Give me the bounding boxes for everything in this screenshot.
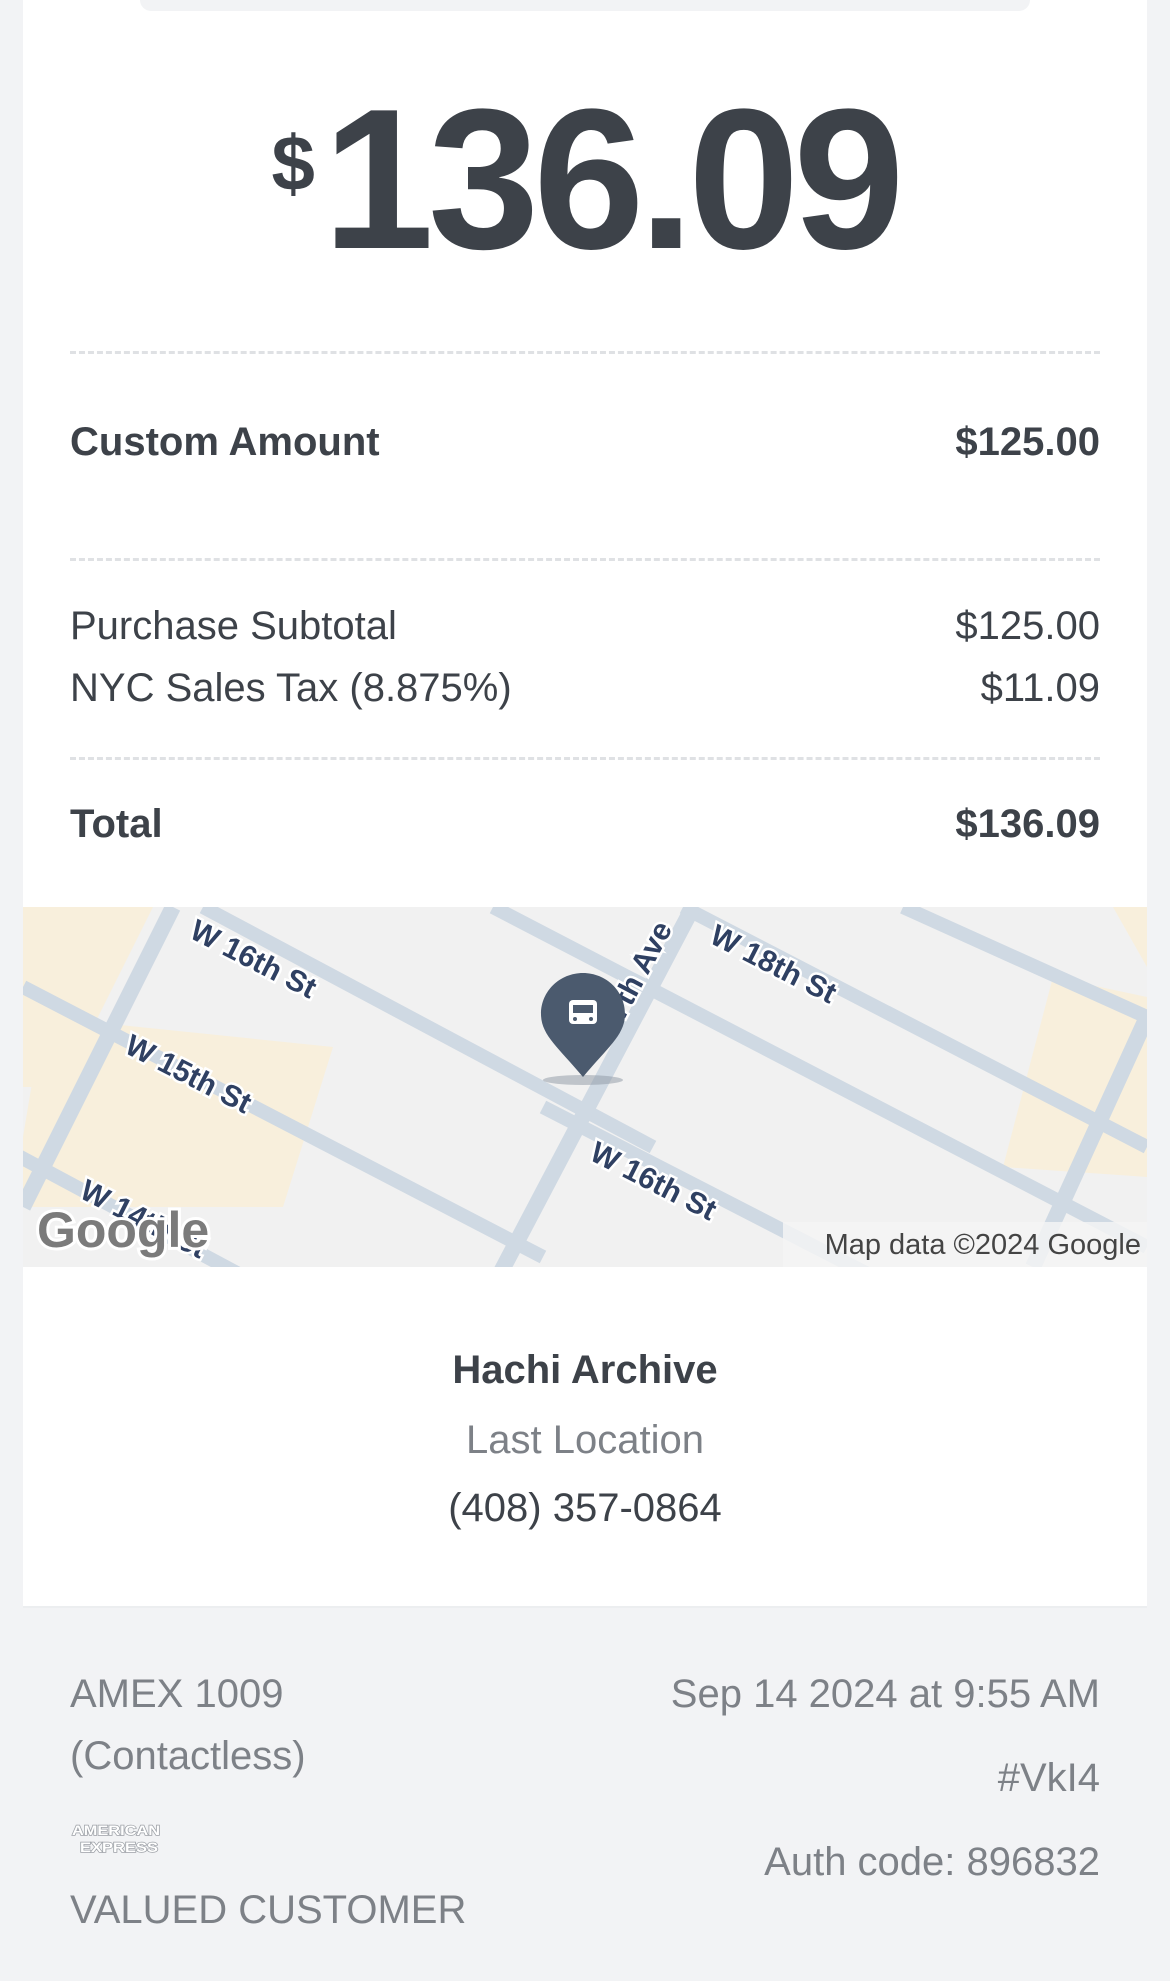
- card-number: AMEX 1009: [70, 1672, 284, 1716]
- location-map[interactable]: W 16th St W 15th St W 14th St 7th Ave W …: [23, 907, 1147, 1267]
- auth-code: Auth code: 896832: [764, 1840, 1100, 1884]
- subtotal-label: Purchase Subtotal: [70, 604, 397, 648]
- svg-text:AMERICAN: AMERICAN: [72, 1822, 160, 1838]
- line-item-amount: $125.00: [955, 420, 1100, 464]
- currency-symbol: $: [271, 119, 315, 207]
- divider: [70, 757, 1100, 760]
- total-amount-display: $136.09: [23, 80, 1147, 280]
- total-label: Total: [70, 802, 163, 846]
- map-attribution[interactable]: Map data ©2024 Google: [825, 1229, 1141, 1261]
- tax-amount: $11.09: [980, 666, 1100, 710]
- merchant-name: Hachi Archive: [452, 1348, 718, 1392]
- drag-handle[interactable]: [140, 0, 1030, 11]
- tax-row: NYC Sales Tax (8.875%) $11.09: [70, 666, 1100, 711]
- customer-name: VALUED CUSTOMER: [70, 1888, 467, 1932]
- merchant-phone[interactable]: (408) 357-0864: [23, 1486, 1147, 1531]
- transaction-datetime: Sep 14 2024 at 9:55 AM: [670, 1672, 1100, 1716]
- line-item: Custom Amount $125.00: [70, 420, 1100, 465]
- receipt-number: #VkI4: [997, 1756, 1100, 1800]
- payment-method: (Contactless): [70, 1734, 306, 1778]
- total-amount-value: 136.09: [322, 68, 905, 291]
- total-amount: $136.09: [955, 802, 1100, 846]
- google-logo: Google: [37, 1202, 209, 1258]
- amex-logo-icon: AMERICAN EXPRESS: [70, 1820, 164, 1856]
- merchant-location: Last Location: [466, 1418, 704, 1462]
- tax-label: NYC Sales Tax (8.875%): [70, 666, 512, 710]
- map-canvas: W 16th St W 15th St W 14th St 7th Ave W …: [23, 907, 1147, 1267]
- total-row: Total $136.09: [70, 802, 1100, 847]
- subtotal-amount: $125.00: [955, 604, 1100, 648]
- svg-text:EXPRESS: EXPRESS: [80, 1839, 158, 1855]
- receipt-card: $136.09 Custom Amount $125.00 Purchase S…: [23, 0, 1147, 1981]
- divider: [70, 351, 1100, 354]
- line-item-label: Custom Amount: [70, 420, 380, 464]
- subtotal-row: Purchase Subtotal $125.00: [70, 604, 1100, 649]
- payment-details: AMEX 1009 (Contactless) AMERICAN EXPRESS…: [23, 1608, 1147, 1981]
- divider: [70, 558, 1100, 561]
